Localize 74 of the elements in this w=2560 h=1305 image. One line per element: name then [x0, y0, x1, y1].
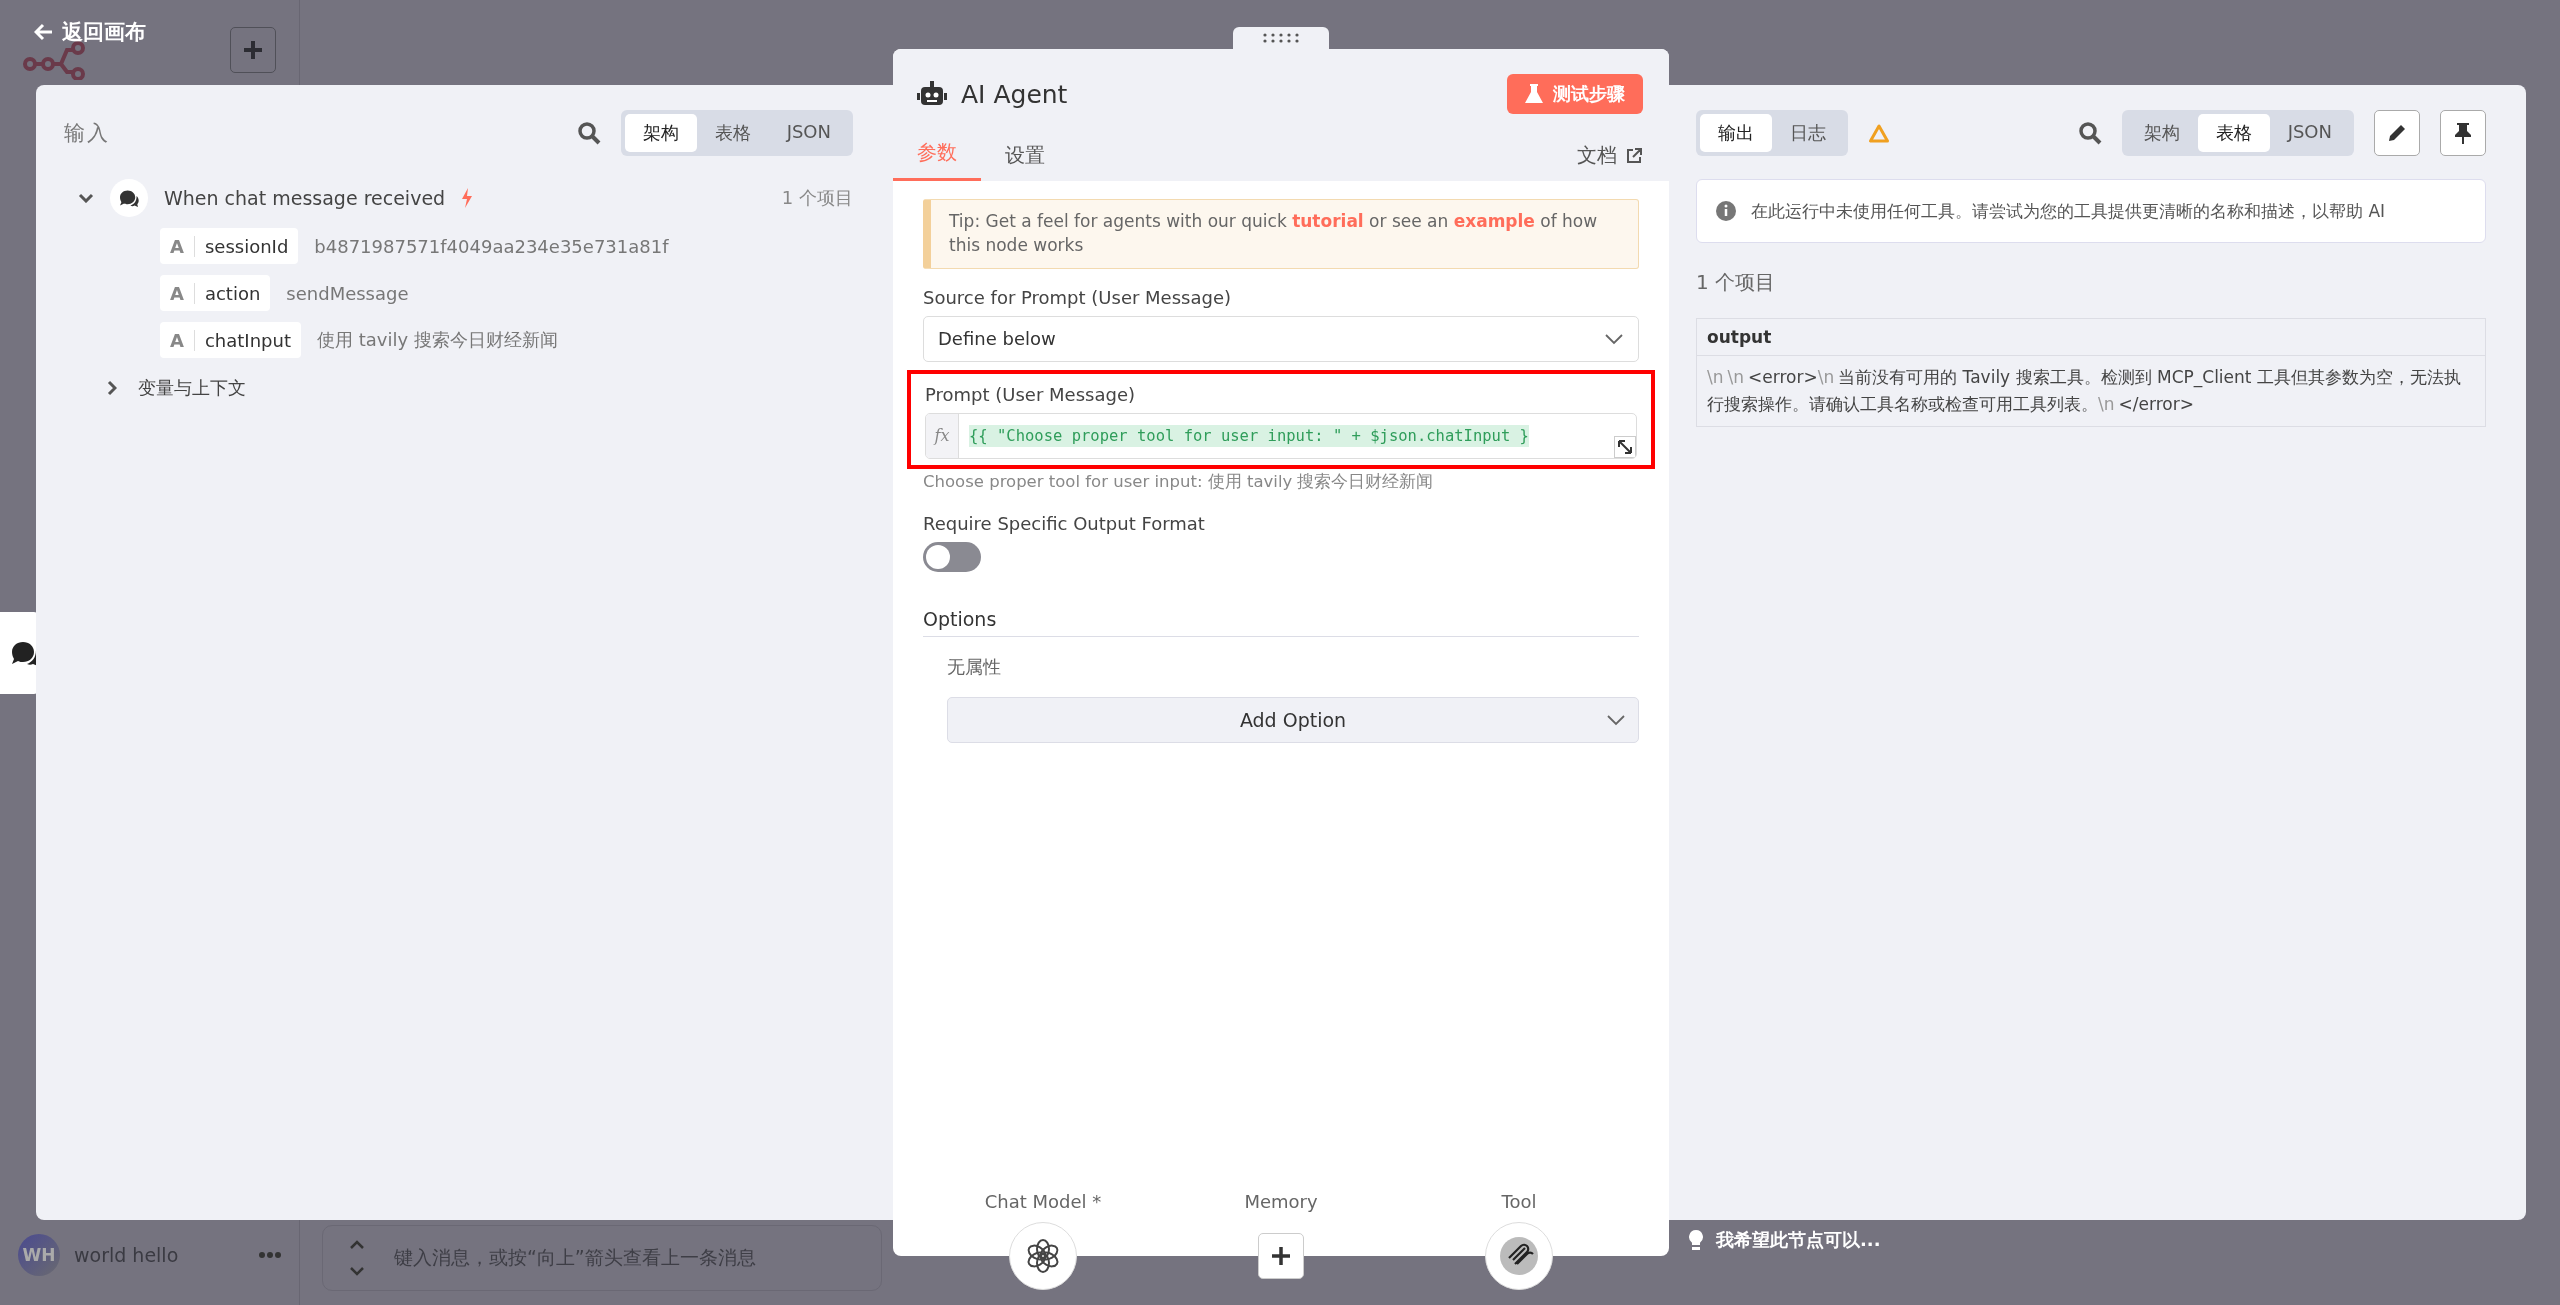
expand-icon[interactable]: [1614, 435, 1636, 458]
field-label: Prompt (User Message): [925, 383, 1136, 405]
table-cell: \n \n <error>\n 当前没有可用的 Tavily 搜索工具。检测到 MCP_Client 工具但其参数为空，无法执行搜索操作。请确认工具名称或检查可用工具列表。\n </error>: [1696, 355, 2486, 427]
item-count: 1 个项目: [1696, 269, 1777, 296]
tip-text: Tip: Get a feel for agents with our quick tutorial or see an example of how this node works: [949, 210, 1599, 257]
chevron-icon[interactable]: [78, 193, 94, 203]
grip-icon: [1261, 33, 1301, 43]
chat-icon: [110, 179, 148, 217]
plus-icon: [242, 39, 264, 61]
field-value: sendMessage: [286, 282, 409, 304]
pencil-icon: [2386, 122, 2408, 144]
user-name: world hello: [74, 1244, 180, 1266]
docs-link[interactable]: 文档: [1577, 142, 1643, 181]
item-count: 1 个项目: [781, 186, 853, 210]
view-tab[interactable]: JSON: [768, 114, 849, 152]
settings-tab[interactable]: 设置: [981, 134, 1069, 181]
lightbulb-icon: [1688, 1229, 1704, 1251]
plus-icon: [1271, 1246, 1291, 1266]
output-tab[interactable]: 日志: [1772, 114, 1844, 152]
history-arrows-icon[interactable]: [348, 1238, 366, 1278]
variables-label[interactable]: 变量与上下文: [138, 376, 246, 400]
field-label: Source for Prompt (User Message): [923, 286, 1232, 308]
field-key: A chatInput: [160, 322, 301, 358]
drag-handle[interactable]: [1233, 27, 1329, 49]
robot-icon: [917, 81, 947, 107]
add-button[interactable]: [230, 27, 276, 73]
chevron-down-icon: [1606, 713, 1626, 726]
external-link-icon: [1625, 146, 1643, 165]
view-tab[interactable]: 表格: [696, 114, 769, 152]
search-icon[interactable]: [576, 121, 601, 145]
section-title: Options: [923, 607, 1639, 637]
connector-label: Chat Model *: [984, 1191, 1102, 1212]
view-tab[interactable]: 架构: [2125, 114, 2198, 152]
search-icon[interactable]: [2077, 121, 2102, 145]
output-tab[interactable]: 输出: [1700, 114, 1772, 152]
column-header: output: [1696, 318, 2486, 356]
chevron-icon[interactable]: [107, 380, 117, 396]
more-icon[interactable]: [259, 1252, 281, 1258]
field-value: 使用 tavily 搜索今日财经新闻: [316, 328, 558, 352]
chevron-down-icon: [1604, 332, 1624, 345]
tool-icon: [1499, 1236, 1539, 1276]
field-key: A sessionId: [160, 228, 299, 264]
info-icon: [1715, 200, 1737, 222]
toggle-switch[interactable]: [923, 541, 981, 572]
panel-title: 输入: [64, 120, 110, 147]
fx-label: fx: [926, 413, 959, 458]
pin-icon: [2453, 121, 2473, 145]
logo-icon: [22, 40, 86, 80]
field-value: b4871987571f4049aa234e35e731a81f: [314, 235, 669, 257]
view-tab[interactable]: JSON: [2269, 114, 2350, 152]
node-name: When chat message received: [164, 187, 446, 209]
arrow-left-icon: [34, 22, 54, 42]
empty-text: 无属性: [947, 654, 1002, 679]
info-text: 在此运行中未使用任何工具。请尝试为您的工具提供更清晰的名称和描述，以帮助 AI: [1751, 199, 2386, 223]
add-option-dropdown[interactable]: Add Option: [947, 696, 1639, 743]
connector-label: Memory: [1244, 1191, 1318, 1212]
field-key: A action: [160, 275, 271, 311]
add-memory-button[interactable]: [1258, 1233, 1304, 1279]
edit-button[interactable]: [2374, 110, 2420, 156]
user-avatar[interactable]: WH: [18, 1234, 60, 1276]
flask-icon: [1525, 83, 1543, 105]
source-select[interactable]: Define below: [923, 315, 1639, 362]
view-tab[interactable]: 表格: [2197, 114, 2270, 152]
hint-label: 我希望此节点可以...: [1716, 1228, 1881, 1252]
expression-field[interactable]: fx {{ "Choose proper tool for user input: " + $json.chatInput }: [925, 412, 1637, 459]
expression-preview: Choose proper tool for user input: 使用 tavily 搜索今日财经新闻: [923, 470, 1435, 493]
node-title: AI Agent: [961, 79, 1068, 109]
connector-label: Tool: [1501, 1191, 1537, 1212]
view-tab[interactable]: 架构: [624, 114, 697, 152]
field-label: Require Specific Output Format: [923, 512, 1206, 534]
expression-text: {{ "Choose proper tool for user input: " + $json.chatInput }: [969, 424, 1529, 447]
back-link[interactable]: 返回画布: [34, 18, 146, 46]
lightning-icon: [461, 188, 474, 208]
pin-button[interactable]: [2440, 110, 2486, 156]
